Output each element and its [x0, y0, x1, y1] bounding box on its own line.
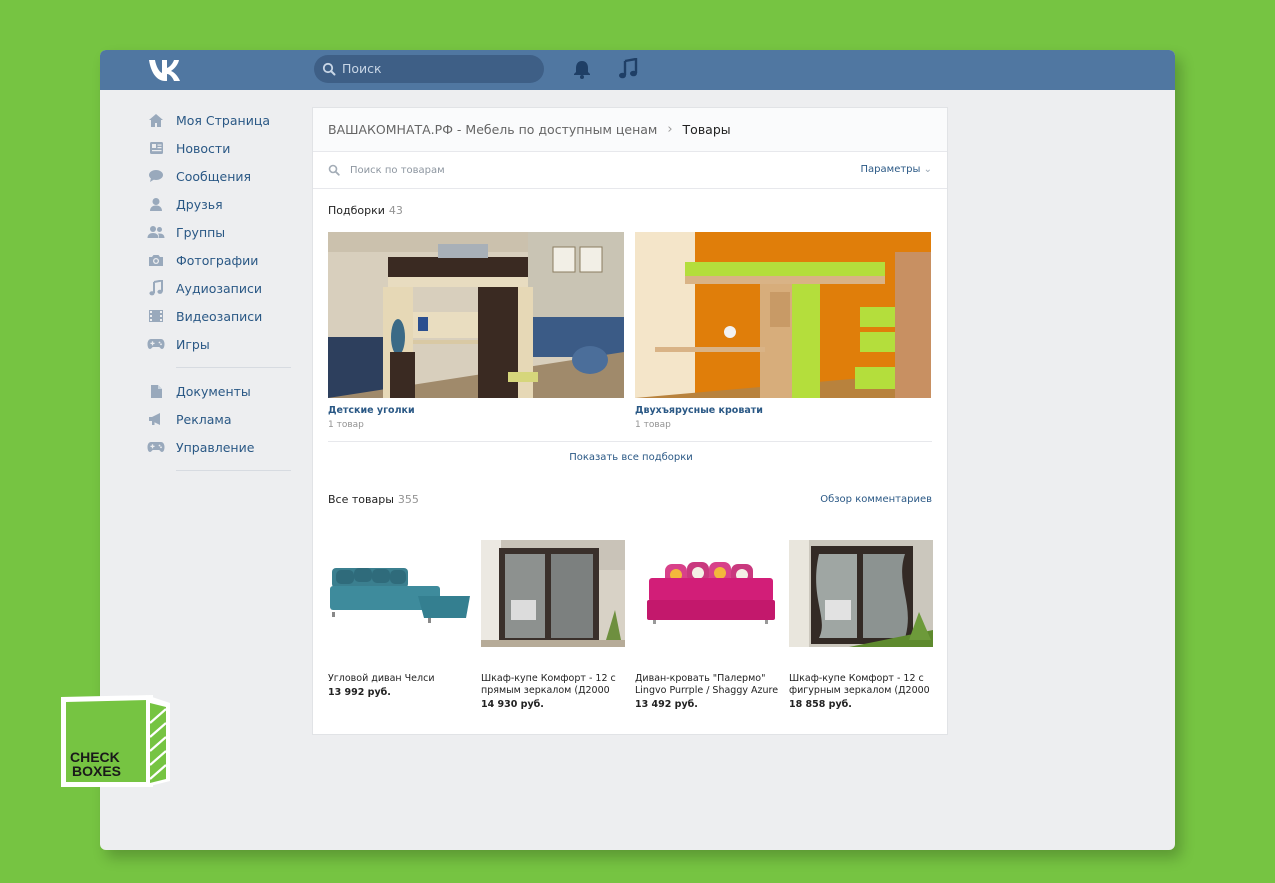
sidebar-item-audio[interactable]: Аудиозаписи	[147, 274, 297, 302]
collections-grid: Детские уголки 1 товар Двухъярусные кров…	[328, 232, 932, 432]
collection-subtitle: 1 товар	[328, 420, 364, 430]
collection-image[interactable]	[328, 232, 624, 398]
collection-title[interactable]: Двухъярусные кровати	[635, 405, 931, 416]
sidebar-item-label: Друзья	[176, 196, 223, 212]
sidebar-item-documents[interactable]: Документы	[147, 377, 297, 405]
sidebar: Моя Страница Новости Сообщения Друзья Гр…	[147, 106, 297, 480]
product-name[interactable]: Диван-кровать "Палермо" Lingvo Purrple /…	[635, 673, 779, 697]
product-image[interactable]	[481, 540, 625, 647]
product-search-input[interactable]: Поиск по товарам	[350, 165, 445, 176]
camera-icon	[147, 251, 165, 269]
bell-icon[interactable]	[572, 59, 592, 79]
breadcrumb-current: Товары	[682, 122, 731, 137]
breadcrumb-group-link[interactable]: ВАШАКОМНАТА.РФ - Мебель по доступным цен…	[328, 122, 657, 137]
params-label: Параметры	[860, 164, 921, 175]
sidebar-divider	[176, 367, 291, 368]
film-icon	[147, 307, 165, 325]
product-card[interactable]: Шкаф-купе Комфорт - 12 с фигурным зеркал…	[789, 540, 933, 710]
product-card[interactable]: Шкаф-купе Комфорт - 12 с прямым зеркалом…	[481, 540, 625, 710]
sidebar-item-friends[interactable]: Друзья	[147, 190, 297, 218]
product-price: 13 492 руб.	[635, 699, 698, 710]
product-name[interactable]: Шкаф-купе Комфорт - 12 с фигурным зеркал…	[789, 673, 933, 697]
collection-card[interactable]: Двухъярусные кровати 1 товар	[635, 232, 931, 430]
sidebar-item-label: Аудиозаписи	[176, 280, 262, 296]
music-note-icon	[147, 279, 165, 297]
products-title: Все товары	[328, 493, 394, 506]
browser-window: Поиск Моя Страница Новости Сообщения Дру…	[100, 50, 1175, 850]
sidebar-item-photos[interactable]: Фотографии	[147, 246, 297, 274]
product-price: 13 992 руб.	[328, 687, 391, 698]
sidebar-item-messages[interactable]: Сообщения	[147, 162, 297, 190]
products-count: 355	[397, 493, 419, 506]
products-heading: Все товары 355	[328, 493, 419, 506]
product-image[interactable]	[789, 540, 933, 647]
search-icon	[328, 164, 340, 176]
home-icon	[147, 111, 165, 129]
product-name[interactable]: Угловой диван Челси	[328, 673, 472, 685]
product-image[interactable]	[328, 540, 472, 647]
chevron-right-icon: ›	[667, 122, 673, 137]
chevron-down-icon: ⌄	[923, 164, 932, 175]
gamepad-icon	[147, 335, 165, 353]
sidebar-item-label: Реклама	[176, 411, 232, 427]
messages-icon	[147, 167, 165, 185]
document-icon	[147, 382, 165, 400]
sidebar-item-label: Моя Страница	[176, 112, 270, 128]
sidebar-item-ads[interactable]: Реклама	[147, 405, 297, 433]
product-search[interactable]: Поиск по товарам Параметры ⌄	[313, 152, 947, 189]
sidebar-item-groups[interactable]: Группы	[147, 218, 297, 246]
sidebar-item-news[interactable]: Новости	[147, 134, 297, 162]
collections-heading: Подборки 43	[328, 204, 403, 217]
friend-icon	[147, 195, 165, 213]
sidebar-item-label: Новости	[176, 140, 231, 156]
gamepad-icon	[147, 438, 165, 456]
product-price: 18 858 руб.	[789, 699, 852, 710]
params-dropdown[interactable]: Параметры ⌄	[861, 164, 932, 175]
product-card[interactable]: Диван-кровать "Палермо" Lingvo Purrple /…	[635, 540, 779, 710]
logo-line-2: BOXES	[72, 763, 121, 779]
news-icon	[147, 139, 165, 157]
collection-title[interactable]: Детские уголки	[328, 405, 624, 416]
sidebar-item-label: Фотографии	[176, 252, 259, 268]
review-comments-link[interactable]: Обзор комментариев	[820, 494, 932, 505]
sidebar-item-manage[interactable]: Управление	[147, 433, 297, 461]
sidebar-item-video[interactable]: Видеозаписи	[147, 302, 297, 330]
search-icon	[322, 62, 336, 76]
music-icon[interactable]	[618, 58, 638, 80]
sidebar-item-label: Управление	[176, 439, 255, 455]
show-all-collections-link[interactable]: Показать все подборки	[313, 452, 949, 463]
collection-card[interactable]: Детские уголки 1 товар	[328, 232, 624, 430]
sidebar-divider	[176, 470, 291, 471]
market-panel: ВАШАКОМНАТА.РФ - Мебель по доступным цен…	[312, 107, 948, 735]
products-grid: Угловой диван Челси 13 992 руб. Шкаф-куп…	[328, 540, 933, 720]
collection-subtitle: 1 товар	[635, 420, 671, 430]
search-placeholder: Поиск	[342, 61, 382, 76]
vk-logo-icon[interactable]	[148, 57, 184, 83]
megaphone-icon	[147, 410, 165, 428]
collections-count: 43	[388, 204, 403, 217]
product-image[interactable]	[635, 540, 779, 647]
sidebar-item-label: Игры	[176, 336, 210, 352]
checkboxes-logo: CHECK BOXES	[61, 695, 170, 787]
sidebar-item-games[interactable]: Игры	[147, 330, 297, 358]
product-price: 14 930 руб.	[481, 699, 544, 710]
breadcrumb: ВАШАКОМНАТА.РФ - Мебель по доступным цен…	[313, 108, 947, 152]
sidebar-item-label: Группы	[176, 224, 226, 240]
sidebar-item-label: Видеозаписи	[176, 308, 263, 324]
product-name[interactable]: Шкаф-купе Комфорт - 12 с прямым зеркалом…	[481, 673, 625, 697]
groups-icon	[147, 223, 165, 241]
collection-image[interactable]	[635, 232, 931, 398]
product-card[interactable]: Угловой диван Челси 13 992 руб.	[328, 540, 472, 698]
sidebar-item-label: Сообщения	[176, 168, 252, 184]
sidebar-item-my-page[interactable]: Моя Страница	[147, 106, 297, 134]
collections-title: Подборки	[328, 204, 385, 217]
sidebar-item-label: Документы	[176, 383, 251, 399]
global-search[interactable]: Поиск	[314, 55, 544, 83]
section-divider	[328, 441, 932, 442]
top-bar: Поиск	[100, 50, 1175, 90]
